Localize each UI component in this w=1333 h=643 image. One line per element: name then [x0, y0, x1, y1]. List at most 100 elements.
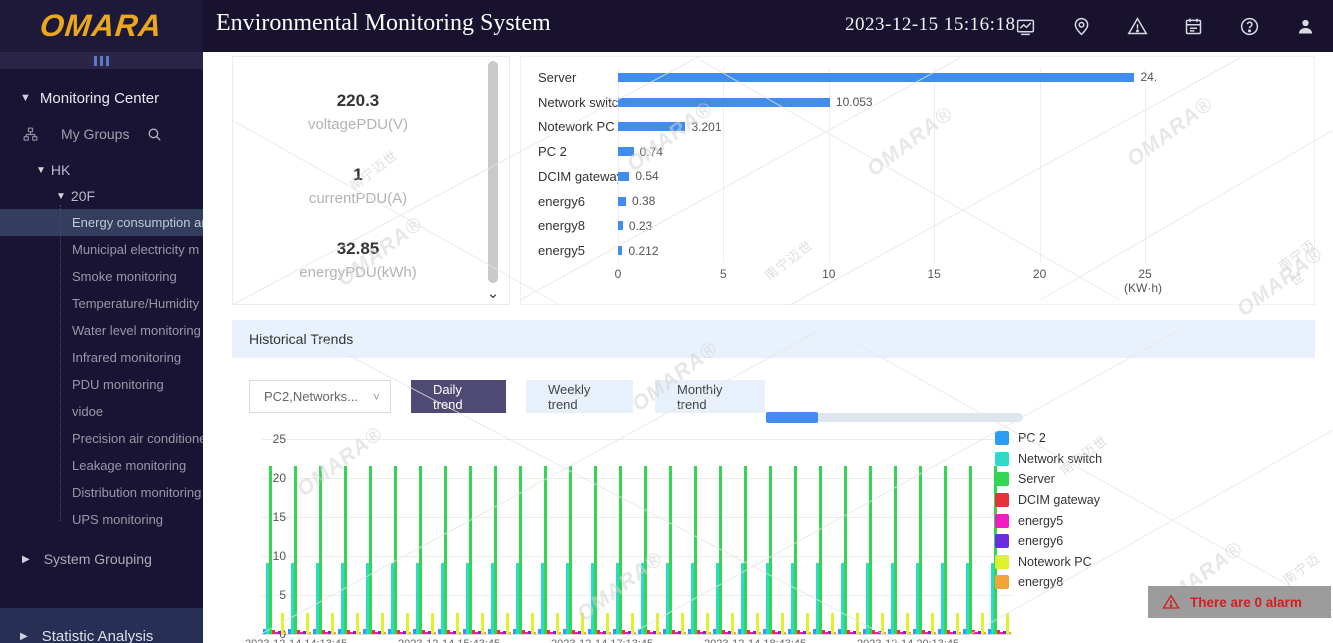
- bar: [430, 612, 434, 634]
- legend-item-dcim-gateway[interactable]: DCIM gateway: [995, 490, 1102, 511]
- bar: [980, 612, 984, 634]
- bar: [805, 612, 809, 634]
- trend-button-monthly-trend[interactable]: Monthly trend: [655, 380, 765, 413]
- bar: [530, 612, 534, 634]
- stat-value: 220.3: [336, 91, 380, 110]
- bar: [693, 465, 697, 634]
- tree-item[interactable]: Temperature/Humidity: [0, 290, 203, 317]
- legend-swatch: [995, 472, 1009, 487]
- legend-item-notework-pc[interactable]: Notework PC: [995, 552, 1102, 573]
- tree-item[interactable]: Leakage monitoring: [0, 452, 203, 479]
- tree-item[interactable]: Smoke monitoring: [0, 263, 203, 290]
- bar: [433, 632, 437, 634]
- slider-thumb[interactable]: [766, 412, 818, 423]
- alarm-badge[interactable]: There are 0 alarm: [1148, 586, 1331, 618]
- x-axis-ticks: 0 5 10 15 20 25: [521, 267, 1314, 281]
- bar: [618, 171, 630, 181]
- screen-chart-icon[interactable]: [997, 0, 1053, 52]
- stat-label: currentPDU(A): [308, 190, 408, 207]
- bar: [455, 612, 459, 634]
- tree-item[interactable]: Energy consumption an: [0, 209, 203, 236]
- bar: [708, 632, 712, 634]
- legend-item-energy8[interactable]: energy8: [995, 572, 1102, 593]
- bar: [533, 632, 537, 634]
- bar: [668, 465, 672, 634]
- user-icon[interactable]: [1277, 0, 1333, 52]
- tree-item[interactable]: UPS monitoring: [0, 506, 203, 533]
- legend-item-pc-2[interactable]: PC 2: [995, 428, 1102, 449]
- trend-button-daily-trend[interactable]: Daily trend: [411, 380, 506, 413]
- bar: [408, 632, 412, 634]
- alarm-text: There are 0 alarm: [1190, 594, 1302, 610]
- header-datetime: 2023-12-15 15:16:18: [845, 14, 1016, 35]
- legend-label: energy6: [1018, 534, 1064, 549]
- tree-node-hk[interactable]: ▼ HK: [0, 157, 203, 183]
- bar: [283, 632, 287, 634]
- bar-group: [538, 465, 562, 634]
- legend-label: energy8: [1018, 575, 1064, 590]
- bar: [833, 632, 837, 634]
- bar: [630, 612, 634, 634]
- tree-item[interactable]: Distribution monitoring: [0, 479, 203, 506]
- bar-value-label: 0.74: [639, 144, 663, 159]
- header: OMARA Environmental Monitoring System 20…: [0, 0, 1333, 52]
- data-zoom-slider[interactable]: [766, 412, 1023, 423]
- tree-item[interactable]: Infrared monitoring: [0, 344, 203, 371]
- device-select-value: PC2,Networks...: [264, 389, 358, 404]
- legend-item-network-switch[interactable]: Network switch: [995, 449, 1102, 470]
- bar-group: [563, 465, 587, 634]
- bar: [505, 612, 509, 634]
- bar: [418, 465, 422, 634]
- chevron-down-icon: ▼: [36, 164, 46, 176]
- scrollbar-down-arrow[interactable]: ⌄: [485, 286, 501, 304]
- bar-group: [688, 465, 712, 634]
- bar: [343, 465, 347, 634]
- bar: [793, 465, 797, 634]
- bar: [483, 632, 487, 634]
- bar: [618, 147, 634, 157]
- bar: [383, 632, 387, 634]
- bar-group: [488, 465, 512, 634]
- legend-label: Server: [1018, 472, 1055, 487]
- tree-node-20f[interactable]: ▼ 20F: [0, 183, 203, 209]
- tree-item[interactable]: Municipal electricity m: [0, 236, 203, 263]
- x-axis-unit: (KW·h): [1124, 281, 1162, 295]
- sidebar-item-monitoring-center[interactable]: ▼ Monitoring Center: [0, 79, 203, 117]
- legend-item-energy5[interactable]: energy5: [995, 510, 1102, 531]
- sidebar-item-system-grouping[interactable]: ▶ System Grouping: [0, 539, 203, 579]
- tree-item[interactable]: PDU monitoring: [0, 371, 203, 398]
- legend-item-energy6[interactable]: energy6: [995, 531, 1102, 552]
- alarm-warning-icon[interactable]: [1109, 0, 1165, 52]
- tree-item[interactable]: Precision air conditione: [0, 425, 203, 452]
- search-icon[interactable]: [146, 126, 163, 143]
- bar: [933, 632, 937, 634]
- bar: [930, 612, 934, 634]
- bar-category-label: Server: [538, 69, 577, 85]
- bar: [293, 465, 297, 634]
- trend-button-weekly-trend[interactable]: Weekly trend: [526, 380, 633, 413]
- bar: [843, 465, 847, 634]
- legend-item-server[interactable]: Server: [995, 469, 1102, 490]
- hbar-row: energy8 0.23: [538, 214, 1304, 239]
- log-calendar-icon[interactable]: [1165, 0, 1221, 52]
- help-icon[interactable]: [1221, 0, 1277, 52]
- device-select[interactable]: PC2,Networks... ˅: [249, 380, 391, 413]
- location-icon[interactable]: [1053, 0, 1109, 52]
- bar: [808, 632, 812, 634]
- bar: [508, 632, 512, 634]
- tree-item[interactable]: Water level monitoring: [0, 317, 203, 344]
- chevron-right-icon: ▶: [22, 553, 30, 565]
- sidebar-item-my-groups[interactable]: My Groups: [0, 117, 203, 151]
- tree-node-label: 20F: [70, 188, 96, 204]
- legend-label: Network switch: [1018, 451, 1103, 466]
- bar: [555, 612, 559, 634]
- bar-group: [838, 465, 862, 634]
- bar: [983, 632, 987, 634]
- bar: [780, 612, 784, 634]
- bar: [605, 612, 609, 634]
- sidebar-item-statistic-analysis[interactable]: ▶ Statistic Analysis: [0, 618, 203, 643]
- sidebar-collapse-button[interactable]: [0, 52, 203, 69]
- chevron-down-icon: ▼: [56, 190, 66, 202]
- tree-item[interactable]: vidoe: [0, 398, 203, 425]
- scrollbar-thumb[interactable]: [488, 61, 498, 283]
